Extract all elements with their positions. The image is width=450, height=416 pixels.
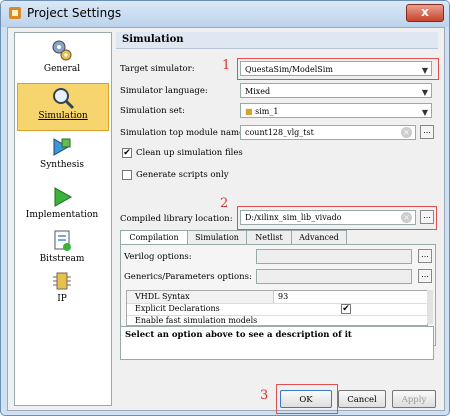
tab-compilation[interactable]: Compilation <box>120 230 188 245</box>
tab-netlist[interactable]: Netlist <box>246 230 292 244</box>
top-module-browse-button[interactable]: ... <box>420 125 434 139</box>
close-button[interactable]: x <box>406 4 444 22</box>
nav-item-simulation[interactable]: Simulation <box>17 83 109 131</box>
verilog-options-browse-button[interactable]: ... <box>418 249 432 263</box>
top-module-input[interactable]: count128_vlg_tst × <box>240 125 416 140</box>
bitstream-icon <box>54 230 71 251</box>
compilation-options-grid[interactable]: VHDL Syntax 93 Explicit Declarations ✔ E… <box>126 290 428 326</box>
window-title: Project Settings <box>27 6 122 20</box>
simulation-set-label: Simulation set: <box>120 106 185 116</box>
nav-item-ip[interactable]: IP <box>17 267 107 313</box>
description-panel: Select an option above to see a descript… <box>120 326 434 360</box>
clean-up-label: Clean up simulation files <box>136 148 243 158</box>
section-title: Simulation <box>122 34 184 45</box>
simulation-set-value: sim_1 <box>255 107 279 116</box>
annotation-number-2: 2 <box>220 196 229 211</box>
grid-row-name: Enable fast simulation models <box>135 316 258 325</box>
apply-button[interactable]: Apply <box>392 390 436 408</box>
grid-row-value: 93 <box>273 291 427 303</box>
simulator-language-select[interactable]: Mixed ▼ <box>240 83 432 98</box>
nav-label-synthesis: Synthesis <box>40 160 84 170</box>
generics-input[interactable] <box>256 269 412 284</box>
tab-simulation[interactable]: Simulation <box>187 230 247 244</box>
grid-row[interactable]: Enable fast simulation models <box>127 315 427 325</box>
simulator-language-label: Simulator language: <box>120 86 208 96</box>
top-module-value: count128_vlg_tst <box>245 128 314 137</box>
simulator-language-value: Mixed <box>245 87 271 96</box>
nav-label-simulation: Simulation <box>38 111 88 121</box>
grid-row-name: Explicit Declarations <box>135 304 220 313</box>
run-icon <box>54 187 73 207</box>
chevron-down-icon: ▼ <box>421 88 428 97</box>
nav-label-ip: IP <box>57 294 67 304</box>
settings-nav: General Simulation Synthesis Implementat… <box>14 32 112 406</box>
annotation-number-3: 3 <box>260 388 269 403</box>
magnifier-icon <box>53 88 75 110</box>
dialog-client: General Simulation Synthesis Implementat… <box>7 27 445 414</box>
generics-browse-button[interactable]: ... <box>418 269 432 283</box>
verilog-options-input[interactable] <box>256 249 412 264</box>
tab-advanced[interactable]: Advanced <box>291 230 347 244</box>
folder-icon: ■ <box>245 107 256 116</box>
gears-icon <box>52 40 72 61</box>
annotation-box-2 <box>237 206 437 230</box>
target-simulator-label: Target simulator: <box>120 64 195 74</box>
grid-scrollbar[interactable] <box>427 290 433 324</box>
nav-label-general: General <box>43 64 81 74</box>
clear-icon[interactable]: × <box>401 127 412 138</box>
nav-label-bitstream: Bitstream <box>39 254 85 264</box>
generics-label: Generics/Parameters options: <box>124 272 252 282</box>
grid-row-name: VHDL Syntax <box>135 292 190 301</box>
clean-up-checkbox[interactable]: ✔ <box>122 148 132 158</box>
explicit-declarations-checkbox[interactable]: ✔ <box>341 304 351 314</box>
cancel-button[interactable]: Cancel <box>338 390 386 408</box>
annotation-box-3 <box>276 384 338 414</box>
chevron-down-icon: ▼ <box>421 108 428 117</box>
app-icon <box>9 7 21 19</box>
annotation-box-1 <box>237 58 439 80</box>
section-header: Simulation <box>116 32 438 49</box>
generate-scripts-checkbox[interactable] <box>122 170 132 180</box>
compiled-library-label: Compiled library location: <box>120 214 233 224</box>
verilog-options-label: Verilog options: <box>124 252 192 262</box>
nav-label-implementation: Implementation <box>25 210 99 220</box>
nav-item-general[interactable]: General <box>17 37 107 83</box>
simulation-set-select[interactable]: ■ sim_1 ▼ <box>240 103 432 118</box>
project-settings-window: Project Settings x General Simulation Sy… <box>0 0 450 416</box>
simulation-panel: Simulation Target simulator: QuestaSim/M… <box>116 32 439 414</box>
annotation-number-1: 1 <box>222 58 231 73</box>
top-module-label: Simulation top module name: <box>120 128 248 138</box>
generate-scripts-label: Generate scripts only <box>136 170 229 180</box>
nav-item-implementation[interactable]: Implementation <box>17 183 107 229</box>
chip-icon <box>53 272 71 290</box>
title-bar[interactable]: Project Settings x <box>1 1 449 27</box>
nav-item-synthesis[interactable]: Synthesis <box>17 133 107 179</box>
synthesis-icon <box>53 138 71 156</box>
